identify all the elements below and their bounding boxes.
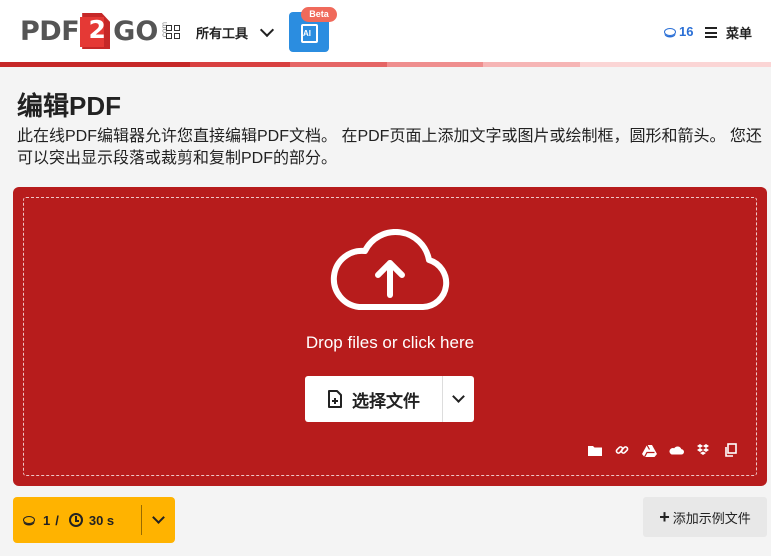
credits-counter[interactable]: 16: [664, 24, 693, 39]
logo-go: GO: [113, 15, 159, 47]
cloud-upload-icon: [330, 229, 450, 310]
all-tools-dropdown[interactable]: 所有工具: [166, 20, 275, 44]
page-description: 此在线PDF编辑器允许您直接编辑PDF文档。 在PDF页面上添加文字或图片或绘制…: [17, 128, 762, 167]
stripe-segment: [0, 62, 190, 67]
header-color-stripe: [0, 62, 771, 67]
coin-icon: [664, 27, 676, 36]
options-separator: /: [55, 512, 59, 528]
header: PDF 2 GO .com 所有工具 AI Beta 16 菜单: [0, 0, 771, 62]
stripe-segment: [290, 62, 387, 67]
options-dropdown[interactable]: [142, 497, 175, 543]
folder-icon[interactable]: [587, 443, 603, 457]
all-tools-label: 所有工具: [196, 25, 249, 41]
add-sample-file-label: 添加示例文件: [672, 510, 751, 526]
coin-icon: [23, 516, 35, 524]
file-dropzone[interactable]: Drop files or click here 选择文件: [13, 187, 767, 486]
dropbox-icon[interactable]: [695, 443, 711, 457]
onedrive-icon[interactable]: [668, 443, 684, 457]
choose-file-dropdown[interactable]: [443, 376, 474, 422]
logo-pdf: PDF: [20, 15, 80, 47]
stripe-segment: [483, 62, 580, 67]
credits-time-button[interactable]: 1 / 30 s: [13, 497, 141, 543]
beta-badge: Beta: [301, 7, 337, 22]
clipboard-icon[interactable]: [722, 443, 738, 457]
time-estimate: 30 s: [88, 512, 115, 528]
menu-button[interactable]: 菜单: [705, 23, 752, 42]
drop-files-text: Drop files or click here: [305, 333, 475, 352]
plus-icon: +: [659, 507, 670, 527]
menu-label: 菜单: [726, 26, 753, 41]
link-icon[interactable]: [614, 443, 630, 457]
stripe-segment: [387, 62, 483, 67]
conversion-options: 1 / 30 s: [13, 497, 175, 543]
clock-icon: [68, 513, 83, 527]
ai-label: AI: [303, 29, 311, 38]
choose-file-label: 选择文件: [352, 391, 420, 411]
stripe-segment: [190, 62, 290, 67]
choose-file-group: 选择文件: [305, 376, 474, 422]
credits-value: 16: [679, 24, 694, 39]
choose-file-button[interactable]: 选择文件: [305, 376, 442, 422]
add-sample-file-button[interactable]: + 添加示例文件: [643, 497, 767, 537]
pdf2go-logo[interactable]: PDF 2 GO .com: [20, 13, 169, 49]
file-add-icon: [328, 389, 342, 408]
chevron-down-icon: [152, 511, 165, 524]
logo-two: 2: [80, 13, 112, 49]
upload-sources: [587, 443, 738, 457]
grid-icon: [166, 25, 180, 39]
hamburger-icon: [705, 27, 717, 38]
google-drive-icon[interactable]: [641, 443, 657, 457]
stripe-segment: [580, 62, 771, 67]
credit-cost: 1: [43, 512, 51, 528]
page-title: 编辑PDF: [17, 91, 122, 121]
chevron-down-icon: [259, 22, 275, 37]
chevron-down-icon: [452, 390, 465, 403]
